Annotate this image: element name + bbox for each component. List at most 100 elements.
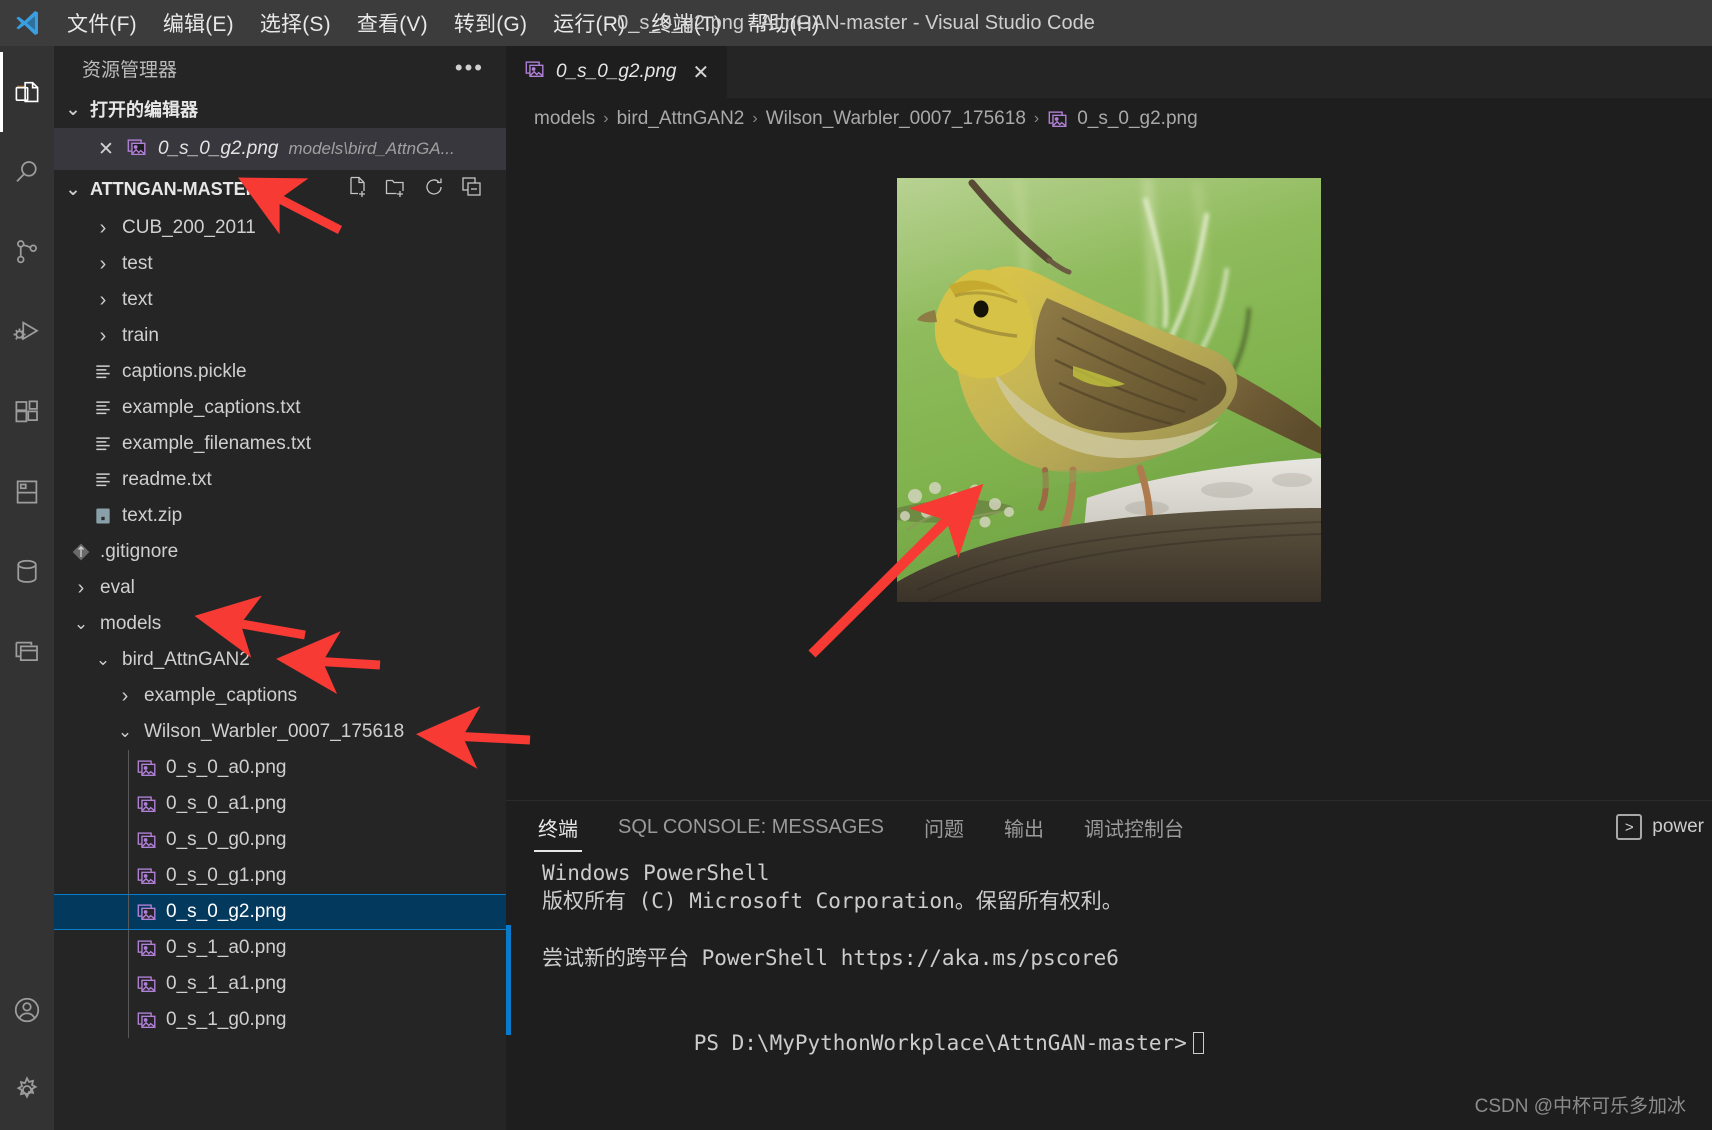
tree-file-row[interactable]: 0_s_1_a0.png xyxy=(54,930,506,966)
bottom-panel: 终端 SQL CONSOLE: MESSAGES 问题 输出 调试控制台 > p… xyxy=(506,800,1712,1130)
tree-file-row[interactable]: example_captions.txt xyxy=(54,390,506,426)
image-file-icon xyxy=(524,58,546,86)
panel-tab-terminal[interactable]: 终端 xyxy=(534,807,582,852)
workspace-root-header[interactable]: ⌄ ATTNGAN-MASTER xyxy=(54,170,506,208)
menu-item-run[interactable]: 运行(R) xyxy=(540,4,638,42)
panel-tab-debug-console[interactable]: 调试控制台 xyxy=(1080,807,1188,848)
tree-file-row[interactable]: readme.txt xyxy=(54,462,506,498)
tree-item-label: models xyxy=(100,613,162,634)
menu-item-terminal[interactable]: 终端(T) xyxy=(638,4,734,42)
text-file-icon xyxy=(92,362,114,382)
tree-item-label: text xyxy=(122,289,153,310)
chevron-right-icon: › xyxy=(603,110,609,127)
activity-settings-gear-icon[interactable] xyxy=(0,1050,54,1130)
tree-folder-row[interactable]: › text xyxy=(54,282,506,318)
chevron-right-icon: › xyxy=(121,684,129,707)
terminal-line: Windows PowerShell xyxy=(542,861,770,885)
chevron-down-icon: ⌄ xyxy=(65,98,81,119)
open-editor-item[interactable]: ✕ 0_s_0_g2.png models\bird_AttnGA... xyxy=(54,128,506,170)
activity-source-control-icon[interactable] xyxy=(0,212,54,292)
tree-file-row[interactable]: text.zip xyxy=(54,498,506,534)
tree-file-row[interactable]: 0_s_0_g0.png xyxy=(54,822,506,858)
activity-explorer-icon[interactable] xyxy=(0,52,54,132)
tree-item-label: captions.pickle xyxy=(122,361,247,382)
activity-remote-window-icon[interactable] xyxy=(0,452,54,532)
breadcrumb-item-wilson-warbler[interactable]: Wilson_Warbler_0007_175618 xyxy=(766,108,1026,130)
close-icon[interactable]: ✕ xyxy=(98,138,116,161)
activity-search-icon[interactable] xyxy=(0,132,54,212)
menu-item-file[interactable]: 文件(F) xyxy=(54,4,150,42)
chevron-right-icon: › xyxy=(99,252,107,275)
image-file-icon xyxy=(136,973,158,995)
open-editors-header[interactable]: ⌄ 打开的编辑器 xyxy=(54,90,506,128)
activity-database-icon[interactable] xyxy=(0,532,54,612)
panel-tab-sql-console[interactable]: SQL CONSOLE: MESSAGES xyxy=(614,810,888,845)
activity-extensions-icon[interactable] xyxy=(0,372,54,452)
menu-item-view[interactable]: 查看(V) xyxy=(344,4,441,42)
tree-folder-row[interactable]: ⌄ Wilson_Warbler_0007_175618 xyxy=(54,714,506,750)
panel-tab-output[interactable]: 输出 xyxy=(1000,807,1048,848)
tree-folder-row[interactable]: › CUB_200_2011 xyxy=(54,210,506,246)
activity-multi-window-icon[interactable] xyxy=(0,612,54,692)
image-file-icon xyxy=(136,829,158,851)
file-tree[interactable]: › CUB_200_2011 › test › text › train captions.pi… xyxy=(54,208,506,1130)
zip-file-icon xyxy=(92,506,114,526)
editor-tab-active[interactable]: 0_s_0_g2.png ✕ xyxy=(506,46,729,98)
tree-file-row[interactable]: captions.pickle xyxy=(54,354,506,390)
terminal-prompt: PS D:\MyPythonWorkplace\AttnGAN-master> xyxy=(693,1031,1187,1056)
new-file-icon[interactable] xyxy=(346,175,370,204)
tree-file-row[interactable]: 0_s_0_g2.png xyxy=(54,894,506,930)
new-folder-icon[interactable] xyxy=(384,175,408,204)
tree-folder-row[interactable]: › example_captions xyxy=(54,678,506,714)
tree-file-row[interactable]: 0_s_1_a1.png xyxy=(54,966,506,1002)
tree-file-row[interactable]: 0_s_0_g1.png xyxy=(54,858,506,894)
menu-item-go[interactable]: 转到(G) xyxy=(441,4,540,42)
terminal-icon: > xyxy=(1616,814,1643,840)
refresh-icon[interactable] xyxy=(422,175,446,204)
tree-item-label: .gitignore xyxy=(100,541,179,562)
chevron-down-icon: ⌄ xyxy=(95,650,111,669)
tree-indent-guide xyxy=(128,966,129,1002)
terminal-prompt-line[interactable]: PS D:\MyPythonWorkplace\AttnGAN-master> xyxy=(542,1001,1712,1086)
close-icon[interactable]: ✕ xyxy=(692,60,709,85)
tree-file-row[interactable]: .gitignore xyxy=(54,534,506,570)
menu-bar[interactable]: 文件(F) 编辑(E) 选择(S) 查看(V) 转到(G) 运行(R) 终端(T… xyxy=(54,4,832,42)
menu-item-selection[interactable]: 选择(S) xyxy=(247,4,344,42)
terminal-output[interactable]: Windows PowerShell 版权所有 (C) Microsoft Co… xyxy=(506,853,1712,1130)
tree-folder-row[interactable]: › test xyxy=(54,246,506,282)
activity-run-debug-icon[interactable] xyxy=(0,292,54,372)
breadcrumb[interactable]: models › bird_AttnGAN2 › Wilson_Warbler_… xyxy=(506,98,1712,140)
image-file-icon xyxy=(136,937,158,959)
editor-area: 0_s_0_g2.png ✕ models › bird_AttnGAN2 › … xyxy=(506,46,1712,1130)
tree-folder-row[interactable]: › train xyxy=(54,318,506,354)
image-preview-viewer[interactable] xyxy=(506,140,1712,800)
tree-item-label: bird_AttnGAN2 xyxy=(122,649,250,670)
tree-indent-guide xyxy=(128,895,129,929)
image-file-icon xyxy=(136,901,158,923)
breadcrumb-item-bird-attngan2[interactable]: bird_AttnGAN2 xyxy=(617,108,745,130)
tree-item-label: 0_s_0_g0.png xyxy=(166,829,287,850)
chevron-right-icon: › xyxy=(752,110,758,127)
tree-file-row[interactable]: 0_s_1_g0.png xyxy=(54,1002,506,1038)
git-file-icon xyxy=(70,542,92,562)
breadcrumb-item-models[interactable]: models xyxy=(534,108,595,130)
tree-folder-row[interactable]: ⌄ bird_AttnGAN2 xyxy=(54,642,506,678)
terminal-cursor xyxy=(1192,1032,1204,1055)
menu-item-edit[interactable]: 编辑(E) xyxy=(150,4,247,42)
tree-folder-row[interactable]: ⌄ models xyxy=(54,606,506,642)
tree-folder-row[interactable]: › eval xyxy=(54,570,506,606)
chevron-right-icon: › xyxy=(77,576,85,599)
sidebar-title-bar: 资源管理器 ••• xyxy=(54,46,506,90)
terminal-instance-chip[interactable]: > power xyxy=(1616,814,1704,840)
menu-item-help[interactable]: 帮助(H) xyxy=(734,4,832,42)
breadcrumb-item-file[interactable]: 0_s_0_g2.png xyxy=(1077,108,1197,130)
activity-account-icon[interactable] xyxy=(0,970,54,1050)
chevron-right-icon: › xyxy=(99,288,107,311)
panel-tab-problems[interactable]: 问题 xyxy=(920,807,968,848)
collapse-all-icon[interactable] xyxy=(460,175,484,204)
tree-file-row[interactable]: 0_s_0_a1.png xyxy=(54,786,506,822)
ellipsis-icon[interactable]: ••• xyxy=(455,55,484,81)
tree-file-row[interactable]: example_filenames.txt xyxy=(54,426,506,462)
tree-file-row[interactable]: 0_s_0_a0.png xyxy=(54,750,506,786)
